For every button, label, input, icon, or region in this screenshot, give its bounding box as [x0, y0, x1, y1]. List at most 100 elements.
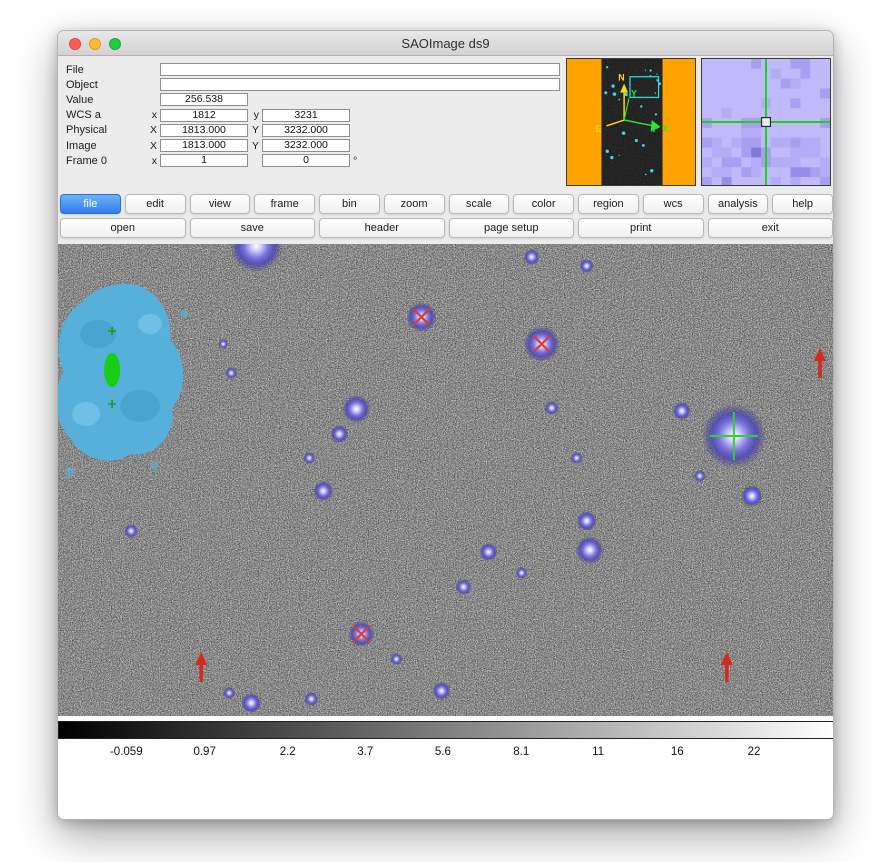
star — [545, 401, 559, 415]
file-label: File — [66, 64, 146, 76]
value-row: Value 256.538 — [66, 92, 560, 107]
wcs-y-axis-label: y — [248, 109, 262, 121]
frame-rotate-field[interactable]: 0 — [262, 154, 350, 167]
east-label: E — [596, 124, 602, 134]
menu-analysis[interactable]: analysis — [708, 194, 769, 214]
menu-region[interactable]: region — [578, 194, 639, 214]
minimize-button[interactable] — [89, 38, 101, 50]
star — [223, 687, 235, 699]
image-x-field[interactable]: 1813.000 — [160, 139, 248, 152]
star — [741, 485, 763, 507]
magnifier[interactable] — [701, 58, 831, 186]
y-axis-label: Y — [631, 88, 637, 98]
panner[interactable]: N E X Y — [566, 58, 696, 186]
value-label: Value — [66, 94, 146, 106]
menu-bin[interactable]: bin — [319, 194, 380, 214]
star — [304, 692, 318, 706]
menu-scale[interactable]: scale — [449, 194, 510, 214]
frame-label: Frame 0 — [66, 155, 146, 167]
star — [225, 367, 237, 379]
star — [313, 481, 333, 501]
menu-file[interactable]: file — [60, 194, 121, 214]
star — [218, 339, 228, 349]
physical-y-axis-label: Y — [248, 124, 262, 136]
menu-wcs[interactable]: wcs — [643, 194, 704, 214]
physical-y-field[interactable]: 3232.000 — [262, 124, 350, 137]
exit-button[interactable]: exit — [708, 218, 834, 238]
maximize-button[interactable] — [109, 38, 121, 50]
noise-background — [58, 244, 834, 716]
menu-zoom[interactable]: zoom — [384, 194, 445, 214]
star — [432, 682, 450, 700]
physical-x-axis-label: X — [146, 124, 160, 136]
file-field[interactable] — [160, 63, 560, 76]
traffic-lights — [69, 31, 121, 56]
wcs-row: WCS a x 1812 y 3231 — [66, 108, 560, 123]
degree-suffix: ° — [350, 155, 357, 167]
star — [580, 259, 594, 273]
magnifier-center-pixel — [762, 118, 771, 127]
wcs-label: WCS a — [66, 109, 146, 121]
star — [390, 653, 402, 665]
wcs-x-field[interactable]: 1812 — [160, 109, 248, 122]
physical-label: Physical — [66, 124, 146, 136]
image-y-field[interactable]: 3232.000 — [262, 139, 350, 152]
frame-x-axis-label: x — [146, 155, 160, 167]
star — [480, 543, 498, 561]
info-panel: File Object Value 256.538 WCS a x 1812 y… — [66, 62, 560, 168]
image-x-axis-label: X — [146, 140, 160, 152]
menu-edit[interactable]: edit — [125, 194, 186, 214]
wcs-x-axis-label: x — [146, 109, 160, 121]
star — [577, 511, 597, 531]
colorbar-section: -0.059 0.97 2.2 3.7 5.6 8.1 11 16 22 — [58, 716, 834, 820]
menu-help[interactable]: help — [772, 194, 833, 214]
save-button[interactable]: save — [190, 218, 316, 238]
print-button[interactable]: print — [578, 218, 704, 238]
colorbar-tick: 11 — [592, 746, 604, 758]
physical-x-field[interactable]: 1813.000 — [160, 124, 248, 137]
frame-zoom-field[interactable]: 1 — [160, 154, 248, 167]
physical-row: Physical X 1813.000 Y 3232.000 — [66, 123, 560, 138]
star — [241, 693, 261, 713]
star — [456, 579, 472, 595]
image-y-axis-label: Y — [248, 140, 262, 152]
star — [524, 249, 540, 265]
menu-view[interactable]: view — [190, 194, 251, 214]
image-label: Image — [66, 140, 146, 152]
colorbar-ticks: -0.059 0.97 2.2 3.7 5.6 8.1 11 16 22 — [58, 746, 834, 762]
titlebar[interactable]: SAOImage ds9 — [58, 31, 833, 56]
object-field[interactable] — [160, 78, 560, 91]
star — [576, 536, 604, 564]
file-row: File — [66, 62, 560, 77]
north-label: N — [618, 73, 624, 83]
star — [330, 425, 348, 443]
star — [673, 402, 691, 420]
object-label: Object — [66, 79, 146, 91]
ds9-window: SAOImage ds9 File Object Value 256.538 W… — [57, 30, 834, 820]
colorbar-tick: 2.2 — [280, 746, 296, 758]
menu-frame[interactable]: frame — [254, 194, 315, 214]
galaxy-ellipse-marker[interactable] — [104, 353, 120, 387]
colorbar-tick: 0.97 — [193, 746, 215, 758]
header-button[interactable]: header — [319, 218, 445, 238]
wcs-y-field[interactable]: 3231 — [262, 109, 350, 122]
file-button-bar: open save header page setup print exit — [60, 218, 833, 238]
colorbar-tick: 16 — [671, 746, 684, 758]
menu-color[interactable]: color — [513, 194, 574, 214]
star — [342, 395, 370, 423]
colorbar[interactable] — [58, 721, 834, 739]
close-button[interactable] — [69, 38, 81, 50]
x-axis-label: X — [663, 124, 669, 134]
frame-row: Frame 0 x 1 0 ° — [66, 153, 560, 168]
open-button[interactable]: open — [60, 218, 186, 238]
star — [694, 470, 706, 482]
colorbar-tick: 5.6 — [435, 746, 451, 758]
object-row: Object — [66, 77, 560, 92]
star — [571, 452, 583, 464]
page-setup-button[interactable]: page setup — [449, 218, 575, 238]
colorbar-tick: -0.059 — [110, 746, 143, 758]
window-title: SAOImage ds9 — [401, 36, 489, 51]
image-display[interactable] — [58, 244, 834, 716]
value-field[interactable]: 256.538 — [160, 93, 248, 106]
star — [516, 567, 528, 579]
